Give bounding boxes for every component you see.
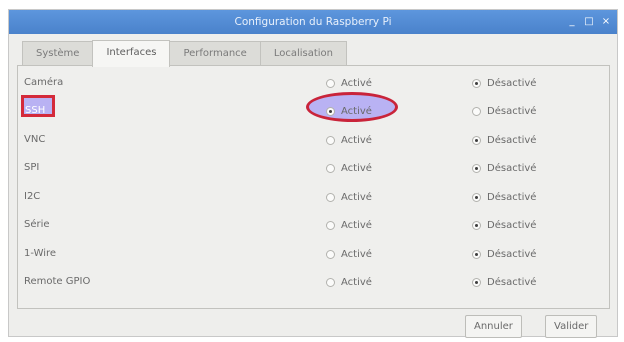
radio-option-label: Activé: [341, 77, 372, 89]
radio-circle-icon: [472, 220, 481, 230]
radio-circle-icon: [326, 163, 335, 173]
interface-row-spi: SPI Activé Désactivé: [18, 157, 609, 179]
interface-label: 1-Wire: [24, 248, 57, 259]
tab-interfaces[interactable]: Interfaces: [92, 40, 171, 67]
interface-label: SSH: [25, 105, 46, 116]
close-icon[interactable]: ×: [601, 10, 611, 34]
radio-circle-icon: [472, 277, 481, 287]
window-controls: _ □ ×: [567, 10, 611, 34]
remote-gpio-enable-radio[interactable]: Activé: [326, 271, 372, 293]
radio-circle-icon: [326, 106, 335, 116]
configuration-window: Configuration du Raspberry Pi _ □ × Syst…: [8, 9, 618, 338]
interfaces-panel: Caméra Activé Désactivé SSH Activé Désactivé V…: [17, 65, 610, 309]
radio-option-label: Activé: [341, 162, 372, 174]
radio-circle-icon: [326, 78, 335, 88]
radio-option-label: Désactivé: [487, 276, 537, 288]
interface-label: Série: [24, 219, 50, 230]
interface-row-ssh: SSH Activé Désactivé: [18, 100, 609, 122]
interface-row-vnc: VNC Activé Désactivé: [18, 129, 609, 151]
interface-label: SPI: [24, 162, 40, 173]
ssh-disable-radio[interactable]: Désactivé: [472, 100, 536, 122]
interface-row-i2c: I2C Activé Désactivé: [18, 186, 609, 208]
radio-option-label: Activé: [341, 134, 372, 146]
radio-option-label: Désactivé: [487, 77, 537, 89]
radio-option-label: Désactivé: [487, 191, 537, 203]
radio-circle-icon: [472, 135, 481, 145]
radio-circle-icon: [326, 192, 335, 202]
radio-circle-icon: [326, 277, 335, 287]
tab-system[interactable]: Système: [22, 41, 94, 65]
cam-ra-enable-radio[interactable]: Activé: [326, 72, 372, 94]
interface-row-1-wire: 1-Wire Activé Désactivé: [18, 243, 609, 265]
maximize-icon[interactable]: □: [584, 10, 594, 34]
radio-option-label: Désactivé: [487, 134, 537, 146]
radio-circle-icon: [472, 78, 481, 88]
interface-row-cam-ra: Caméra Activé Désactivé: [18, 72, 609, 94]
radio-option-label: Désactivé: [487, 219, 537, 231]
1-wire-disable-radio[interactable]: Désactivé: [472, 243, 536, 265]
interface-label: VNC: [24, 134, 46, 145]
vnc-enable-radio[interactable]: Activé: [326, 129, 372, 151]
radio-circle-icon: [472, 163, 481, 173]
s-rie-enable-radio[interactable]: Activé: [326, 214, 372, 236]
cancel-button[interactable]: Annuler: [465, 315, 522, 338]
window-title: Configuration du Raspberry Pi: [234, 16, 392, 28]
spi-disable-radio[interactable]: Désactivé: [472, 157, 536, 179]
radio-circle-icon: [472, 249, 481, 259]
tab-localisation[interactable]: Localisation: [259, 41, 348, 65]
radio-option-label: Désactivé: [487, 105, 537, 117]
spi-enable-radio[interactable]: Activé: [326, 157, 372, 179]
interface-label: Remote GPIO: [24, 276, 91, 287]
minimize-icon[interactable]: _: [567, 10, 577, 34]
radio-circle-icon: [472, 192, 481, 202]
radio-circle-icon: [472, 106, 481, 116]
title-bar[interactable]: Configuration du Raspberry Pi _ □ ×: [9, 10, 617, 34]
radio-option-label: Activé: [341, 191, 372, 203]
radio-option-label: Activé: [341, 105, 372, 117]
radio-option-label: Activé: [341, 276, 372, 288]
cam-ra-disable-radio[interactable]: Désactivé: [472, 72, 536, 94]
interface-label: Caméra: [24, 77, 64, 88]
interface-row-s-rie: Série Activé Désactivé: [18, 214, 609, 236]
radio-option-label: Activé: [341, 219, 372, 231]
radio-circle-icon: [326, 249, 335, 259]
tab-bar: Système Interfaces Performance Localisat…: [22, 40, 348, 67]
ssh-enable-radio[interactable]: Activé: [326, 100, 372, 122]
tab-performance[interactable]: Performance: [169, 41, 261, 65]
remote-gpio-disable-radio[interactable]: Désactivé: [472, 271, 536, 293]
radio-option-label: Activé: [341, 248, 372, 260]
radio-circle-icon: [326, 220, 335, 230]
1-wire-enable-radio[interactable]: Activé: [326, 243, 372, 265]
i2c-enable-radio[interactable]: Activé: [326, 186, 372, 208]
interface-label: I2C: [24, 191, 41, 202]
radio-option-label: Désactivé: [487, 162, 537, 174]
radio-option-label: Désactivé: [487, 248, 537, 260]
i2c-disable-radio[interactable]: Désactivé: [472, 186, 536, 208]
vnc-disable-radio[interactable]: Désactivé: [472, 129, 536, 151]
interface-row-remote-gpio: Remote GPIO Activé Désactivé: [18, 271, 609, 293]
s-rie-disable-radio[interactable]: Désactivé: [472, 214, 536, 236]
validate-button[interactable]: Valider: [545, 315, 598, 338]
radio-circle-icon: [326, 135, 335, 145]
